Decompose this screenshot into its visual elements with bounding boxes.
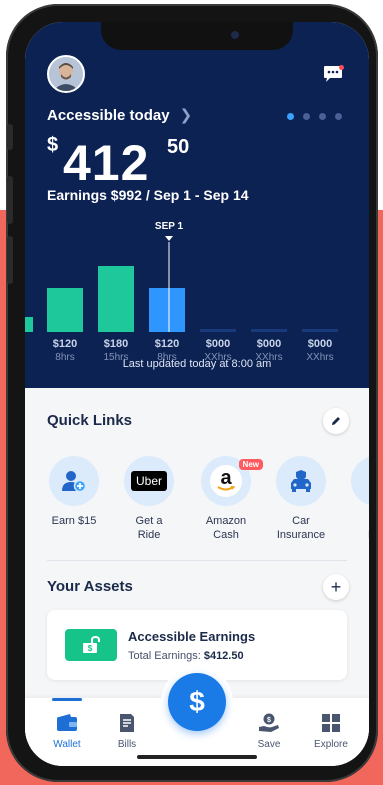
earnings-bar-chart[interactable]: $1208hrs$18015hrs$1208hrs$000XXhrs$000XX… [25, 212, 369, 372]
tab-save[interactable]: $ Save [239, 712, 299, 750]
pay-button[interactable]: $ [168, 673, 226, 731]
quick-link-icon-circle: a New [201, 456, 263, 506]
chevron-right-icon: ❯ [179, 107, 193, 124]
chart-bar[interactable] [200, 329, 236, 332]
uber-logo: Uber [130, 471, 167, 491]
tab-label: Explore [314, 739, 348, 750]
amount-currency: $ [47, 134, 59, 156]
new-badge: New [238, 459, 263, 470]
chart-bar[interactable] [47, 288, 83, 332]
lock-open-icon: $ [83, 636, 100, 653]
chart-marker-arrow [165, 236, 173, 241]
camera-icon [231, 31, 239, 39]
home-indicator [137, 755, 257, 759]
accessible-today-label: Accessible today [47, 107, 170, 124]
chart-bar-value-label: $120 [53, 338, 77, 350]
car-icon [291, 470, 311, 492]
chart-date-marker-label: SEP 1 [155, 221, 184, 232]
quick-link-label: Amazon Cash [205, 515, 247, 541]
chart-bar-value-label: $120 [155, 338, 179, 350]
quick-link-label: Car Insurance [276, 515, 326, 541]
card-subtitle: Total Earnings: $412.50 [128, 650, 244, 662]
section-divider [47, 560, 347, 561]
chart-bar-value-label: $000 [206, 338, 230, 350]
messages-button[interactable] [323, 65, 345, 83]
last-updated-text: Last updated today at 8:00 am [122, 358, 272, 370]
add-user-icon [62, 471, 87, 493]
bills-icon [120, 714, 134, 732]
chart-bar-value-label: $000 [308, 338, 332, 350]
grid-icon [322, 714, 340, 732]
chart-bar-value-label: $000 [257, 338, 281, 350]
chart-bar-value-label: $180 [104, 338, 128, 350]
tab-icon-wrap [97, 712, 157, 734]
svg-text:$: $ [88, 644, 93, 653]
chat-icon [324, 65, 344, 82]
earnings-header: Accessible today ❯ $ 412 50 Earnings $992… [25, 22, 369, 388]
avatar-photo-icon [49, 57, 83, 91]
quick-link-earn[interactable]: Earn $15 [34, 456, 114, 528]
quick-link-more[interactable]: Dis [336, 456, 369, 542]
quick-link-ride[interactable]: Uber Get a Ride [109, 456, 189, 542]
tab-icon-wrap: $ [239, 712, 299, 734]
mute-switch [7, 124, 13, 150]
more-icon [368, 473, 369, 489]
amount-cents: 50 [167, 136, 190, 158]
total-earnings-label: Total Earnings: [128, 650, 201, 662]
quick-links-row: Earn $15 Uber Get a Ride a New Amazon Ca… [25, 456, 369, 566]
tab-wallet[interactable]: Wallet [37, 712, 97, 750]
avatar[interactable] [47, 55, 85, 93]
tab-explore[interactable]: Explore [301, 712, 361, 750]
tab-icon-wrap [301, 712, 361, 734]
carousel-dot[interactable] [319, 113, 326, 120]
carousel-dots [287, 113, 342, 120]
quick-link-icon-circle [49, 456, 99, 506]
tab-label: Save [257, 739, 281, 750]
chart-bar[interactable] [251, 329, 287, 332]
tab-label: Wallet [53, 739, 81, 750]
accessible-today-link[interactable]: Accessible today ❯ [47, 106, 192, 124]
earnings-period: Earnings $992 / Sep 1 - Sep 14 [47, 187, 249, 203]
unlocked-cash-icon: $ [65, 629, 117, 661]
carousel-dot[interactable] [287, 113, 294, 120]
app-screen: Accessible today ❯ $ 412 50 Earnings $992… [25, 22, 369, 766]
active-tab-indicator [52, 698, 82, 701]
phone-notch [101, 22, 293, 50]
quick-link-icon-circle [276, 456, 326, 506]
quick-links-title: Quick Links [47, 412, 133, 429]
edit-quick-links-button[interactable] [323, 408, 349, 434]
tab-bills[interactable]: Bills [97, 712, 157, 750]
carousel-dot[interactable] [335, 113, 342, 120]
quick-link-label: Get a Ride [135, 515, 163, 541]
chart-bar[interactable] [98, 266, 134, 332]
total-earnings-value: $412.50 [203, 650, 244, 662]
save-money-icon: $ [259, 713, 279, 732]
card-title: Accessible Earnings [128, 629, 256, 644]
amount-main: 412 [63, 135, 150, 191]
quick-link-icon-circle [351, 456, 369, 506]
svg-text:$: $ [267, 717, 271, 724]
wallet-icon [57, 714, 77, 731]
quick-link-label: Earn $15 [51, 515, 97, 527]
quick-link-label: Dis [336, 528, 369, 542]
tab-icon-wrap [37, 712, 97, 734]
add-asset-button[interactable]: + [323, 574, 349, 600]
pencil-icon [332, 417, 340, 425]
volume-up-button [7, 176, 13, 224]
carousel-dot[interactable] [303, 113, 310, 120]
quick-link-insurance[interactable]: Car Insurance [261, 456, 341, 542]
quick-link-icon-circle: Uber [124, 456, 174, 506]
your-assets-title: Your Assets [47, 578, 133, 595]
volume-down-button [7, 236, 13, 284]
amazon-logo: a [210, 465, 242, 497]
quick-link-amazon[interactable]: a New Amazon Cash [186, 456, 266, 542]
chart-bar[interactable] [302, 329, 338, 332]
amazon-smile-icon [217, 486, 235, 491]
tab-label: Bills [117, 739, 137, 750]
chart-bar[interactable] [149, 288, 185, 332]
chart-bar-partial [25, 317, 33, 332]
